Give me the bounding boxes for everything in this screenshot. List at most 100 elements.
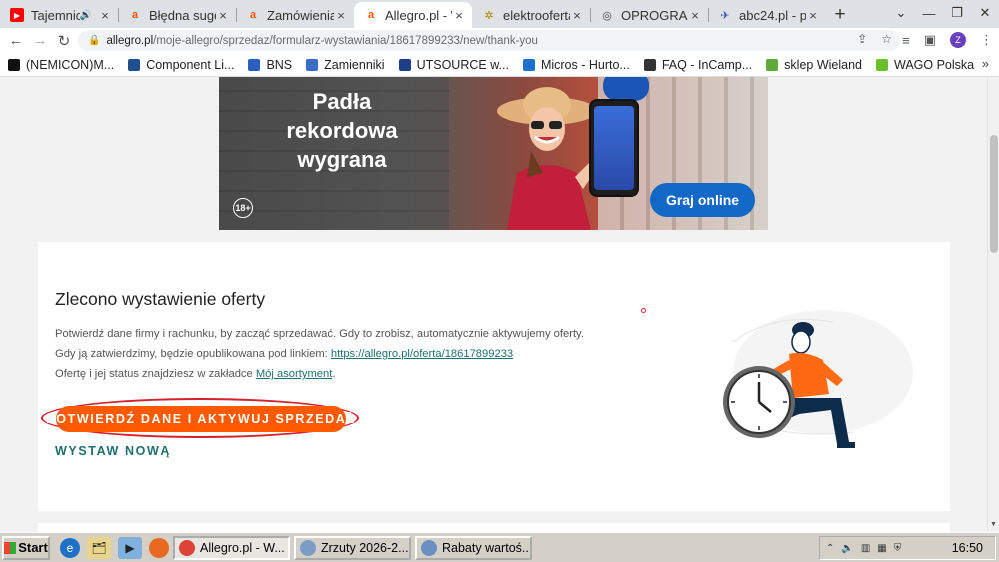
tab-title: Błędna sugestia [149,7,216,23]
bookmark-item[interactable]: WAGO Polska [876,58,974,72]
bookmark-label: WAGO Polska [894,57,975,72]
tab-audio-icon[interactable]: 🔊 [80,10,92,21]
tab-close-icon[interactable]: × [98,8,112,23]
list-new-button[interactable]: WYSTAW NOWĄ [55,444,171,458]
info-line-3-suffix: . [332,368,336,380]
task-buttons: Allegro.pl - W... Zrzuty 2026-2... Rabaty … [169,535,532,560]
bookmark-item[interactable]: FAQ - InCamp... [643,58,752,72]
bookmark-favicon-icon [248,58,261,71]
system-tray: ⌃ 🔈 ▥ ▦ ⛨ 16:50 [819,536,996,560]
confirmation-card: Zlecono wystawienie oferty Potwierdź dan… [38,242,950,511]
bookmarks-bar: (NEMICON)M... Component Li... BNS Zamiennik… [0,53,999,77]
bookmark-star-icon[interactable]: ☆ [881,32,892,46]
task-label: Allegro.pl - W... [200,540,285,555]
clock: 16:50 [951,541,983,555]
bookmark-item[interactable]: Component Li... [128,58,234,72]
taskbar-task[interactable]: Allegro.pl - W... [173,535,290,560]
bookmark-label: sklep Wieland [784,57,862,72]
page-viewport: Padła rekordowa wygrana Graj online 18+ … [0,77,999,532]
reload-icon[interactable]: ↻ [52,32,76,50]
browser-tab[interactable]: ✈ abc24.pl - pan× [708,2,826,28]
info-line-2-text: Gdy ją zatwierdzimy, będzie opublikowana… [55,348,328,360]
bookmark-label: Zamienniki [324,57,385,72]
ad-banner[interactable]: Padła rekordowa wygrana Graj online 18+ [219,77,768,230]
share-icon[interactable]: ⇪ [857,32,867,46]
gear-icon: ✲ [484,9,494,22]
offer-link[interactable]: https://allegro.pl/oferta/18617899233 [331,348,513,360]
my-assortment-link[interactable]: Mój asortyment [256,368,332,380]
task-app-icon [300,539,316,556]
url-path: /moje-allegro/sprzedaz/formularz-wystawi… [153,34,538,47]
banner-headline: Padła rekordowa wygrana [257,87,427,174]
minimize-icon[interactable]: — [915,6,943,21]
confirm-and-activate-button[interactable]: POTWIERDŹ DANE I AKTYWUJ SPRZEDAŻ [46,406,354,432]
bookmark-favicon-icon [306,58,319,71]
window-controls: ⌄ — ❐ ✕ [887,0,999,26]
taskbar-task[interactable]: Rabaty wartoś... [415,535,532,560]
bookmark-item[interactable]: UTSOURCE w... [398,58,509,72]
bookmark-item[interactable]: Zamienniki [306,57,385,72]
tab-close-icon[interactable]: × [216,8,230,23]
volume-icon[interactable]: 🔈 [841,543,853,554]
internet-explorer-icon[interactable]: e [60,537,80,558]
menu-kebab-icon[interactable]: ⋮ [980,32,993,48]
tab-title: Zamówienia [267,7,334,23]
bookmark-item[interactable]: Micros - Hurto... [522,57,630,72]
info-line-2: Gdy ją zatwierdzimy, będzie opublikowana… [55,348,513,360]
scrollbar-thumb[interactable] [990,135,998,253]
profile-avatar[interactable]: Z [950,32,966,48]
tab-search-icon[interactable]: ⌄ [887,5,915,21]
security-icon[interactable]: ⛨ [894,543,902,554]
reading-list-icon[interactable]: ≡ [902,33,910,48]
explorer-folder-icon[interactable]: 🗂 [87,536,111,559]
restore-icon[interactable]: ❐ [943,5,971,21]
page-scrollbar[interactable]: ▼ [987,77,999,532]
bookmark-favicon-icon [766,58,779,71]
tab-title: abc24.pl - pan [739,7,806,23]
side-panel-icon[interactable]: ▣ [924,32,936,48]
info-line-3-text: Ofertę i jej status znajdziesz w zakładc… [55,368,253,380]
allegro-icon: a [131,9,139,21]
bookmark-label: Component Li... [146,57,235,72]
bookmark-item[interactable]: sklep Wieland [766,58,862,72]
forward-icon[interactable]: → [28,32,52,49]
display-icon[interactable]: ▦ [877,543,886,554]
start-button[interactable]: Start [2,535,50,560]
tab-title: Allegro.pl - W [385,7,452,23]
browser-tab[interactable]: ▶ Tajemniczy🔊 × [0,2,118,28]
lock-icon[interactable]: 🔒 [88,35,100,46]
back-icon[interactable]: ← [4,32,28,49]
address-bar[interactable]: 🔒 allegro.pl/moje-allegro/sprzedaz/formu… [78,30,900,51]
new-tab-button[interactable]: + [826,2,854,28]
tab-close-icon[interactable]: × [806,8,820,23]
annotation-dot [641,308,646,313]
browser-tab[interactable]: ◎ OPROGRAMO× [590,2,708,28]
bookmark-item[interactable]: (NEMICON)M... [8,58,114,72]
windows-flag-icon [4,541,17,554]
browser-tab[interactable]: a Zamówienia × [236,2,354,28]
bookmarks-overflow-icon[interactable]: » [982,56,989,71]
network-icon[interactable]: ▥ [861,543,870,554]
browser-tab[interactable]: ✲ elektrooferta × [472,2,590,28]
banner-play-online-button[interactable]: Graj online [650,183,755,217]
browser-tab[interactable]: a Błędna sugestia× [118,2,236,28]
banner-phone-illustration [589,99,639,197]
start-label: Start [18,540,48,555]
tab-close-icon[interactable]: × [452,8,466,23]
tab-close-icon[interactable]: × [334,8,348,23]
scroll-down-icon[interactable]: ▼ [990,521,997,528]
bookmark-favicon-icon [398,58,411,71]
media-player-icon[interactable]: ▶ [118,536,142,559]
bookmark-item[interactable]: BNS [248,58,292,72]
firefox-icon[interactable] [149,537,169,558]
tab-title: OPROGRAMO [621,7,688,23]
bookmark-label: Micros - Hurto... [540,57,630,72]
banner-headline-line1: Padła rekordowa [286,89,398,143]
browser-tab[interactable]: a Allegro.pl - W× [354,2,472,28]
taskbar-task[interactable]: Zrzuty 2026-2... [294,535,411,560]
close-window-icon[interactable]: ✕ [971,5,999,21]
tab-close-icon[interactable]: × [570,8,584,23]
tab-close-icon[interactable]: × [688,8,702,23]
banner-speech-bubble [603,77,649,101]
tray-expand-icon[interactable]: ⌃ [826,543,834,554]
